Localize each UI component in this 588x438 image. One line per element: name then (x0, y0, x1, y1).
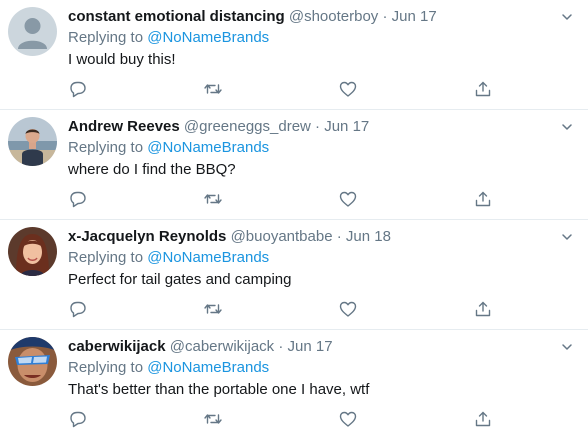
sunglasses-photo-avatar (8, 337, 57, 386)
replying-to: Replying to @NoNameBrands (68, 28, 269, 48)
avatar[interactable] (8, 337, 57, 386)
retweet-icon[interactable] (203, 190, 223, 208)
heart-icon[interactable] (338, 410, 358, 428)
separator-dot: · (336, 228, 342, 245)
separator-dot: · (382, 8, 388, 25)
replying-to-label: Replying to (68, 29, 144, 46)
tweet-header: caberwikijack @caberwikijack · Jun 17 (68, 337, 552, 357)
user-handle[interactable]: @caberwikijack (170, 338, 274, 355)
mention-link[interactable]: @NoNameBrands (147, 139, 269, 156)
replying-to-label: Replying to (68, 249, 144, 266)
replying-to: Replying to @NoNameBrands (68, 138, 269, 158)
retweet-icon[interactable] (203, 80, 223, 98)
retweet-icon[interactable] (203, 410, 223, 428)
share-icon[interactable] (473, 300, 493, 318)
chevron-down-icon[interactable] (560, 340, 574, 354)
replying-to: Replying to @NoNameBrands (68, 248, 269, 268)
mention-link[interactable]: @NoNameBrands (147, 359, 269, 376)
display-name[interactable]: constant emotional distancing (68, 8, 285, 25)
chevron-down-icon[interactable] (560, 10, 574, 24)
heart-icon[interactable] (338, 190, 358, 208)
default-profile-icon (8, 7, 57, 56)
replying-to-label: Replying to (68, 139, 144, 156)
tweet-date[interactable]: Jun 17 (288, 338, 333, 355)
reply-icon[interactable] (68, 300, 88, 318)
tweet-date[interactable]: Jun 17 (324, 118, 369, 135)
separator-dot: · (315, 118, 321, 135)
tweet-actions (68, 190, 508, 208)
tweet-header: constant emotional distancing @shooterbo… (68, 7, 552, 27)
share-icon[interactable] (473, 80, 493, 98)
user-handle[interactable]: @buoyantbabe (231, 228, 333, 245)
tweet-actions (68, 410, 508, 428)
beach-photo-avatar (8, 117, 57, 166)
tweet[interactable]: constant emotional distancing @shooterbo… (0, 0, 588, 110)
tweet[interactable]: Andrew Reeves @greeneggs_drew · Jun 17 R… (0, 110, 588, 220)
avatar[interactable] (8, 227, 57, 276)
replying-to-label: Replying to (68, 359, 144, 376)
chevron-down-icon[interactable] (560, 230, 574, 244)
tweet-actions (68, 80, 508, 98)
reply-icon[interactable] (68, 80, 88, 98)
mention-link[interactable]: @NoNameBrands (147, 29, 269, 46)
reply-icon[interactable] (68, 190, 88, 208)
share-icon[interactable] (473, 190, 493, 208)
tweet[interactable]: caberwikijack @caberwikijack · Jun 17 Re… (0, 330, 588, 438)
user-handle[interactable]: @greeneggs_drew (184, 118, 311, 135)
replying-to: Replying to @NoNameBrands (68, 358, 269, 378)
chevron-down-icon[interactable] (560, 120, 574, 134)
heart-icon[interactable] (338, 300, 358, 318)
tweet-header: x-Jacquelyn Reynolds @buoyantbabe · Jun … (68, 227, 552, 247)
tweet-text: I would buy this! (68, 51, 176, 68)
tweet-date[interactable]: Jun 18 (346, 228, 391, 245)
tweet[interactable]: x-Jacquelyn Reynolds @buoyantbabe · Jun … (0, 220, 588, 330)
tweet-header: Andrew Reeves @greeneggs_drew · Jun 17 (68, 117, 552, 137)
reply-feed: constant emotional distancing @shooterbo… (0, 0, 588, 438)
separator-dot: · (278, 338, 284, 355)
share-icon[interactable] (473, 410, 493, 428)
display-name[interactable]: x-Jacquelyn Reynolds (68, 228, 226, 245)
reply-icon[interactable] (68, 410, 88, 428)
portrait-photo-avatar (8, 227, 57, 276)
tweet-text: where do I find the BBQ? (68, 161, 236, 178)
user-handle[interactable]: @shooterboy (289, 8, 378, 25)
tweet-actions (68, 300, 508, 318)
retweet-icon[interactable] (203, 300, 223, 318)
mention-link[interactable]: @NoNameBrands (147, 249, 269, 266)
avatar[interactable] (8, 7, 57, 56)
avatar[interactable] (8, 117, 57, 166)
display-name[interactable]: caberwikijack (68, 338, 166, 355)
display-name[interactable]: Andrew Reeves (68, 118, 180, 135)
tweet-text: Perfect for tail gates and camping (68, 271, 292, 288)
heart-icon[interactable] (338, 80, 358, 98)
tweet-date[interactable]: Jun 17 (392, 8, 437, 25)
tweet-text: That's better than the portable one I ha… (68, 381, 370, 398)
